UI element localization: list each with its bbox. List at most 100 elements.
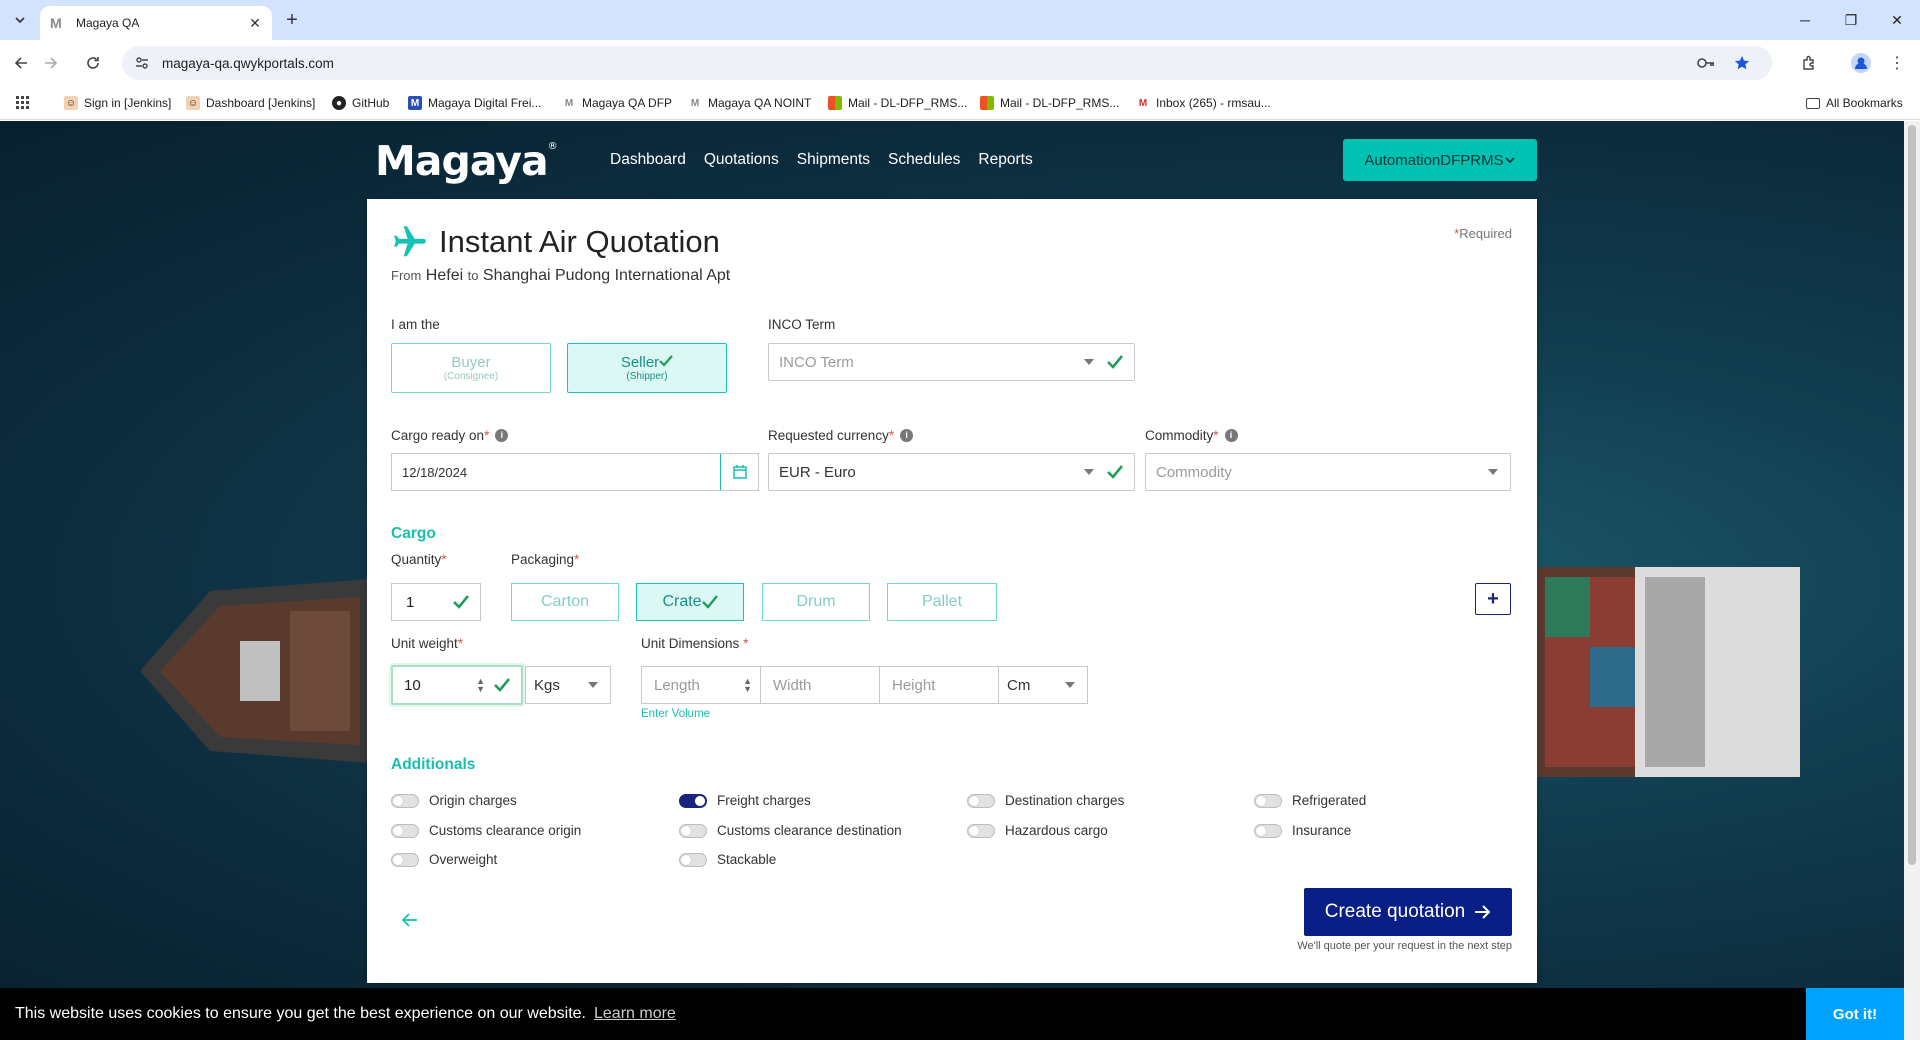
- profile-avatar-icon[interactable]: [1848, 50, 1874, 76]
- toggle-switch[interactable]: [391, 852, 419, 867]
- toggle-switch[interactable]: [1254, 823, 1282, 838]
- back-icon[interactable]: [8, 50, 34, 76]
- nav-dashboard[interactable]: Dashboard: [610, 151, 686, 169]
- packaging-drum-button[interactable]: Drum: [762, 583, 870, 621]
- toggle-switch[interactable]: [391, 793, 419, 808]
- browser-tab-active[interactable]: M Magaya QA ✕: [40, 6, 272, 40]
- browser-toolbar: magaya-qa.qwykportals.com ⋮: [0, 40, 1920, 86]
- toggle-switch[interactable]: [1254, 793, 1282, 808]
- packaging-crate-button[interactable]: Crate: [636, 583, 744, 621]
- page-scrollbar[interactable]: [1904, 121, 1920, 1040]
- toggle-switch[interactable]: [679, 852, 707, 867]
- cookie-accept-button[interactable]: Got it!: [1806, 988, 1904, 1040]
- tab-list-chevron-icon[interactable]: [8, 8, 32, 32]
- toggle-customs-destination[interactable]: Customs clearance destination: [679, 823, 902, 838]
- magaya-logo[interactable]: Magaya®: [375, 137, 558, 185]
- browser-menu-icon[interactable]: ⋮: [1884, 50, 1910, 76]
- page-title: Instant Air Quotation: [439, 224, 720, 259]
- apps-grid-icon[interactable]: [16, 94, 30, 112]
- width-input[interactable]: Width: [760, 666, 880, 704]
- airplane-icon: [394, 226, 426, 257]
- address-bar[interactable]: magaya-qa.qwykportals.com: [122, 46, 1772, 80]
- unit-weight-input[interactable]: 10 ▲ ▼: [391, 665, 523, 705]
- url-text[interactable]: magaya-qa.qwykportals.com: [162, 56, 334, 71]
- main-nav: Dashboard Quotations Shipments Schedules…: [610, 151, 1033, 169]
- info-icon[interactable]: i: [1224, 429, 1238, 442]
- nav-schedules[interactable]: Schedules: [888, 151, 960, 169]
- create-quotation-button[interactable]: Create quotation: [1304, 888, 1512, 936]
- weight-unit-select[interactable]: Kgs: [525, 666, 611, 704]
- packaging-pallet-button[interactable]: Pallet: [887, 583, 997, 621]
- magaya-favicon-icon: M: [50, 15, 62, 31]
- info-icon[interactable]: i: [900, 429, 914, 442]
- add-cargo-plus-icon[interactable]: +: [1475, 583, 1511, 615]
- role-seller-button[interactable]: Seller (Shipper): [567, 343, 727, 393]
- bookmark-magaya-digital[interactable]: M Magaya Digital Frei...: [408, 94, 541, 112]
- nav-shipments[interactable]: Shipments: [797, 151, 870, 169]
- bookmark-mail-1[interactable]: Mail - DL-DFP_RMS...: [828, 94, 967, 112]
- toggle-overweight[interactable]: Overweight: [391, 852, 497, 867]
- new-tab-plus-icon[interactable]: +: [280, 8, 304, 32]
- info-icon[interactable]: i: [495, 429, 509, 442]
- nav-quotations[interactable]: Quotations: [704, 151, 779, 169]
- cargo-ready-label: Cargo ready on* i: [391, 428, 509, 443]
- bookmark-jenkins-signin[interactable]: ☺ Sign in [Jenkins]: [64, 94, 171, 112]
- bookmark-magaya-qa-noint[interactable]: M Magaya QA NOINT: [688, 94, 812, 112]
- ship-illustration-left: [140, 579, 370, 763]
- toggle-origin-charges[interactable]: Origin charges: [391, 793, 517, 808]
- toggle-freight-charges[interactable]: Freight charges: [679, 793, 811, 808]
- nav-reports[interactable]: Reports: [978, 151, 1032, 169]
- minimize-icon[interactable]: ─: [1782, 0, 1828, 40]
- password-key-icon[interactable]: [1692, 46, 1720, 80]
- cookie-message: This website uses cookies to ensure you …: [15, 1005, 586, 1022]
- role-buyer-button[interactable]: Buyer (Consignee): [391, 343, 551, 393]
- toggle-destination-charges[interactable]: Destination charges: [967, 793, 1124, 808]
- toggle-switch[interactable]: [967, 793, 995, 808]
- toggle-switch[interactable]: [967, 823, 995, 838]
- back-arrow-icon[interactable]: [401, 911, 419, 929]
- toggle-customs-origin[interactable]: Customs clearance origin: [391, 823, 581, 838]
- dimension-unit-select[interactable]: Cm: [998, 666, 1088, 704]
- dropdown-caret-icon: [1488, 469, 1498, 475]
- toggle-switch[interactable]: [391, 823, 419, 838]
- extensions-icon[interactable]: [1796, 50, 1822, 76]
- calendar-icon[interactable]: [720, 454, 758, 490]
- enter-volume-link[interactable]: Enter Volume: [641, 708, 710, 720]
- toggle-insurance[interactable]: Insurance: [1254, 823, 1351, 838]
- packaging-carton-button[interactable]: Carton: [511, 583, 619, 621]
- restore-icon[interactable]: ❐: [1828, 0, 1874, 40]
- bookmark-star-icon[interactable]: [1728, 46, 1756, 80]
- bookmark-github[interactable]: ● GitHub: [332, 94, 389, 112]
- length-input[interactable]: Length ▲ ▼: [641, 666, 761, 704]
- toggle-switch[interactable]: [679, 793, 707, 808]
- additionals-section-title: Additionals: [391, 756, 476, 773]
- toggle-stackable[interactable]: Stackable: [679, 852, 776, 867]
- account-menu-button[interactable]: AutomationDFPRMS: [1343, 139, 1537, 181]
- bookmark-magaya-qa-dfp[interactable]: M Magaya QA DFP: [562, 94, 672, 112]
- toggle-switch[interactable]: [679, 823, 707, 838]
- forward-icon[interactable]: [38, 50, 64, 76]
- required-note: *Required: [1454, 226, 1512, 241]
- toggle-refrigerated[interactable]: Refrigerated: [1254, 793, 1366, 808]
- packaging-label: Packaging*: [511, 552, 580, 567]
- site-info-icon[interactable]: [134, 55, 150, 71]
- currency-select[interactable]: EUR - Euro: [768, 453, 1135, 491]
- height-input[interactable]: Height: [879, 666, 999, 704]
- learn-more-link[interactable]: Learn more: [594, 1005, 676, 1023]
- scrollbar-thumb[interactable]: [1908, 125, 1916, 865]
- toggle-hazardous-cargo[interactable]: Hazardous cargo: [967, 823, 1108, 838]
- commodity-select[interactable]: Commodity: [1145, 453, 1511, 491]
- reload-icon[interactable]: [80, 50, 106, 76]
- inco-term-select[interactable]: INCO Term: [768, 343, 1135, 381]
- bookmark-mail-2[interactable]: Mail - DL-DFP_RMS...: [980, 94, 1119, 112]
- window-close-icon[interactable]: ✕: [1874, 0, 1920, 40]
- all-bookmarks[interactable]: All Bookmarks: [1806, 94, 1903, 112]
- bookmark-jenkins-dashboard[interactable]: ☺ Dashboard [Jenkins]: [186, 94, 315, 112]
- tab-close-icon[interactable]: ✕: [246, 14, 264, 32]
- bookmark-inbox[interactable]: M Inbox (265) - rmsau...: [1136, 94, 1271, 112]
- spinner-arrows-icon[interactable]: ▲ ▼: [476, 677, 485, 694]
- spinner-arrows-icon[interactable]: ▲ ▼: [743, 677, 752, 694]
- cargo-ready-date-input[interactable]: 12/18/2024: [391, 453, 759, 491]
- quantity-label: Quantity*: [391, 552, 447, 567]
- quantity-input[interactable]: 1: [391, 583, 481, 621]
